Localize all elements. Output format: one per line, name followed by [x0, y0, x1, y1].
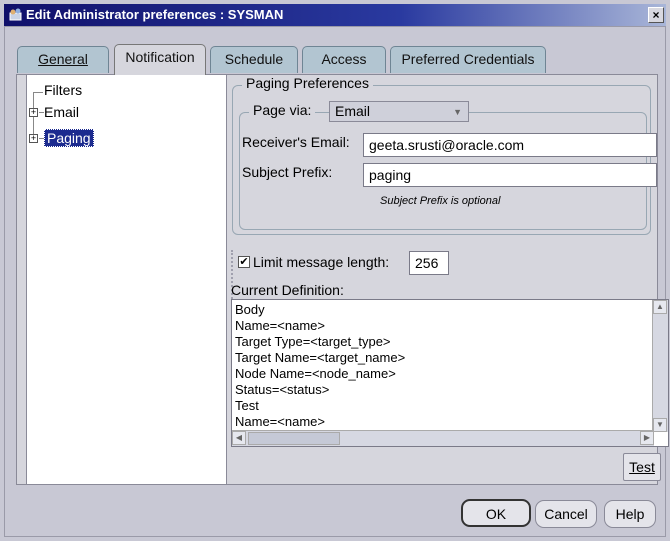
definition-line: Target Name=<target_name> [235, 350, 406, 365]
tree-item-label: Paging [44, 129, 94, 147]
help-button[interactable]: Help [604, 500, 656, 528]
subject-prefix-hint: Subject Prefix is optional [380, 195, 501, 207]
expand-icon[interactable]: + [29, 134, 38, 143]
definition-line: Body [235, 302, 265, 317]
definition-line: Name=<name> [235, 318, 325, 333]
tab-access[interactable]: Access [302, 46, 386, 73]
tab-label: Schedule [224, 51, 284, 67]
cancel-button[interactable]: Cancel [535, 500, 597, 528]
dialog-window: Edit Administrator preferences : SYSMAN … [0, 0, 670, 541]
notification-tree[interactable]: Filters + Email + Paging [26, 75, 227, 485]
tree-item-email[interactable]: Email [44, 104, 79, 120]
close-button[interactable]: × [648, 7, 664, 23]
current-definition-label: Current Definition: [231, 282, 344, 298]
ok-button[interactable]: OK [461, 499, 531, 527]
tab-label: Notification [125, 49, 195, 65]
tree-item-label: Email [44, 104, 80, 120]
limit-length-checkbox[interactable]: ✔ [238, 256, 250, 268]
tree-item-paging[interactable]: Paging [44, 129, 94, 147]
subject-prefix-label: Subject Prefix: [242, 164, 333, 180]
page-via-select[interactable]: Email ▼ [329, 101, 469, 122]
limit-length-field[interactable]: 256 [409, 251, 449, 275]
current-definition-textarea[interactable]: Body Name=<name> Target Type=<target_typ… [231, 299, 669, 447]
tab-schedule[interactable]: Schedule [210, 46, 298, 73]
page-via-label: Page via: [249, 102, 316, 118]
limit-length-label: Limit message length: [253, 254, 390, 270]
tree-item-label: Filters [44, 82, 83, 98]
tab-preferred-credentials[interactable]: Preferred Credentials [390, 46, 546, 73]
definition-line: Test [235, 398, 259, 413]
tree-item-filters[interactable]: Filters [44, 82, 82, 98]
definition-line: Name=<name> [235, 414, 325, 429]
tab-label: Access [321, 51, 367, 67]
notification-panel: Filters + Email + Paging Paging Preferen… [16, 74, 669, 485]
receiver-email-field[interactable]: geeta.srusti@oracle.com [363, 133, 657, 157]
scroll-up-icon[interactable]: ▲ [653, 300, 667, 314]
window-title: Edit Administrator preferences : SYSMAN [26, 7, 284, 22]
page-via-value: Email [335, 103, 371, 119]
definition-line: Node Name=<node_name> [235, 366, 396, 381]
scroll-down-icon[interactable]: ▼ [653, 418, 667, 432]
test-button[interactable]: Test [623, 453, 661, 481]
tab-notification[interactable]: Notification [114, 44, 206, 75]
dialog-client: General Notification Schedule Access Pre… [4, 26, 669, 537]
scroll-left-icon[interactable]: ◀ [232, 431, 246, 445]
tab-general[interactable]: General [17, 46, 109, 73]
chevron-down-icon: ▼ [453, 107, 462, 117]
definition-line: Status=<status> [235, 382, 330, 397]
scroll-right-icon[interactable]: ▶ [640, 431, 654, 445]
subject-prefix-field[interactable]: paging [363, 163, 657, 187]
tree-connector [33, 92, 43, 93]
vertical-scrollbar[interactable]: ▲ ▼ [652, 300, 668, 432]
tab-label: General [38, 51, 88, 67]
paging-preferences-title: Paging Preferences [242, 75, 373, 91]
receiver-email-label: Receiver's Email: [242, 134, 350, 150]
expand-icon[interactable]: + [29, 108, 38, 117]
definition-line: Target Type=<target_type> [235, 334, 391, 349]
title-bar[interactable]: Edit Administrator preferences : SYSMAN … [4, 4, 666, 26]
scrollbar-thumb[interactable] [248, 432, 340, 445]
tab-label: Preferred Credentials [401, 51, 535, 67]
test-button-label: Test [629, 459, 655, 475]
horizontal-scrollbar[interactable]: ◀ ▶ [232, 430, 654, 446]
app-icon [9, 8, 22, 21]
